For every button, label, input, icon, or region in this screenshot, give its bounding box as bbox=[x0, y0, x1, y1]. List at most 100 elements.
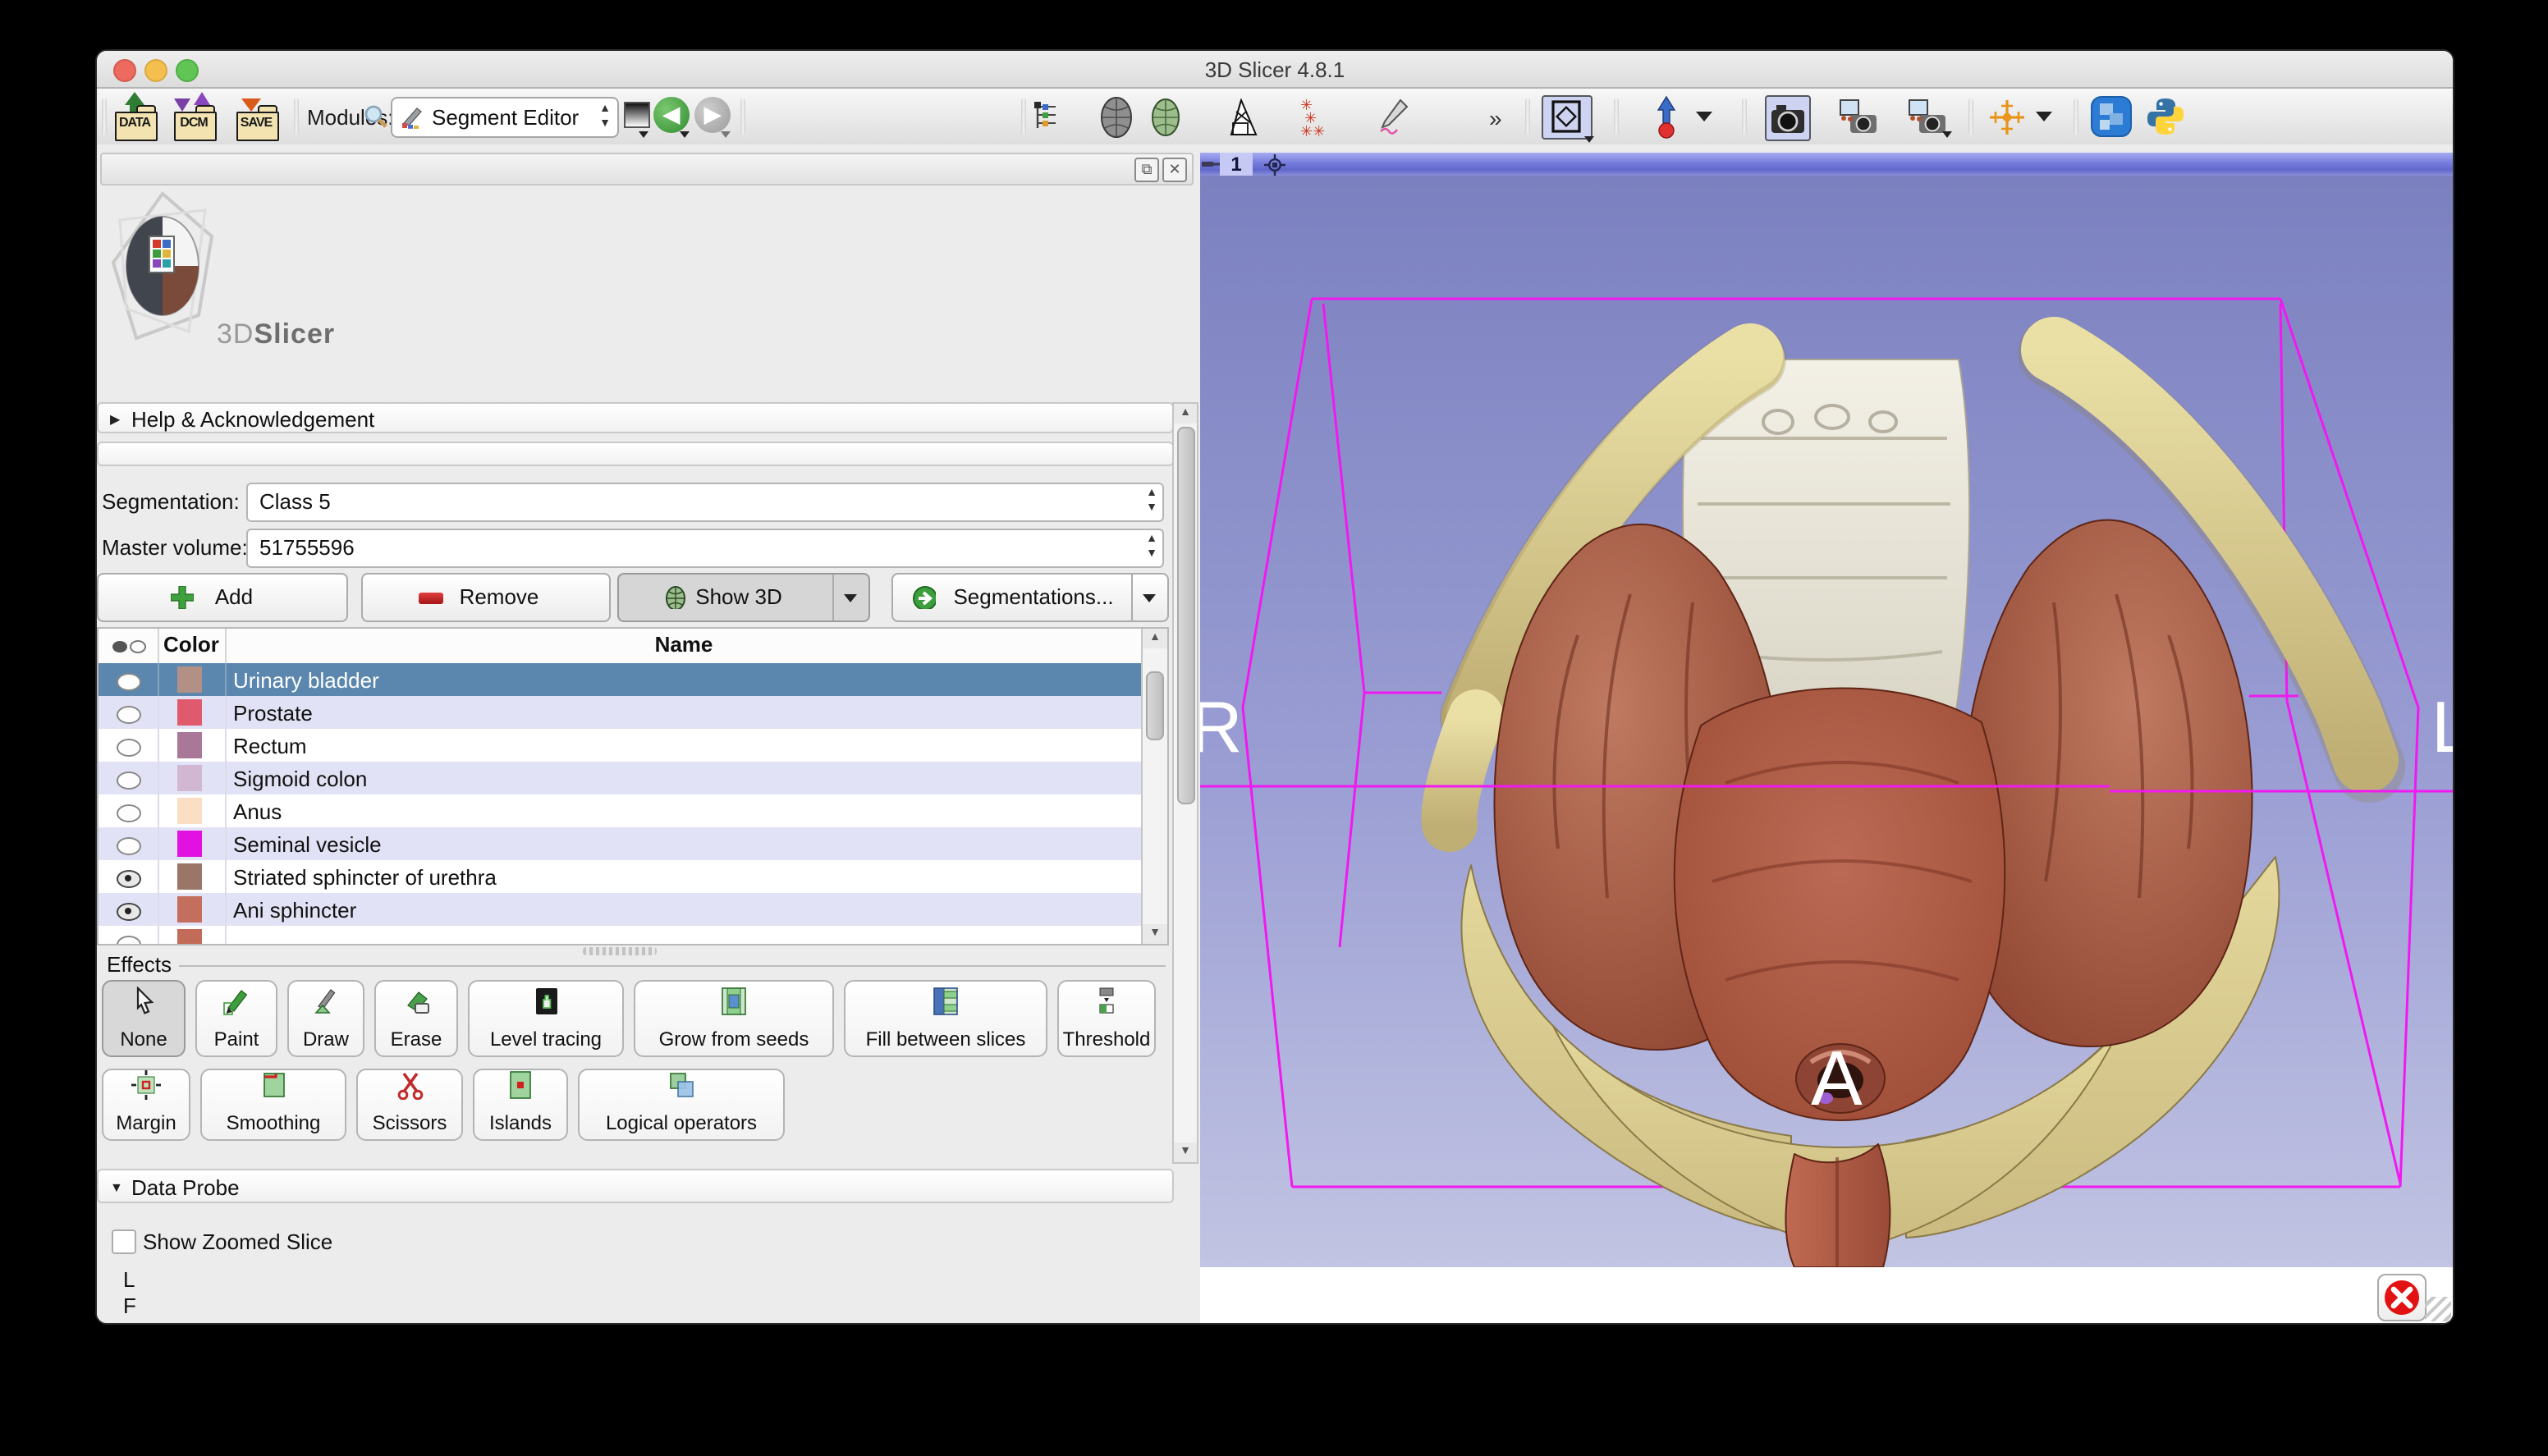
effect-button-paint[interactable]: Paint bbox=[195, 980, 277, 1057]
segment-color-swatch[interactable] bbox=[177, 765, 202, 791]
help-acknowledgement-section[interactable]: ▶ Help & Acknowledgement bbox=[97, 402, 1174, 433]
effect-button-threshold[interactable]: Threshold bbox=[1057, 980, 1156, 1057]
effect-button-fill[interactable]: Fill between slices bbox=[844, 980, 1047, 1057]
segment-color-swatch[interactable] bbox=[177, 896, 202, 923]
name-column-header[interactable]: Name bbox=[225, 632, 1143, 657]
table-row[interactable]: Sigmoid colon bbox=[99, 762, 1143, 794]
eye-closed-icon[interactable] bbox=[117, 936, 141, 945]
segmentations-dropdown[interactable] bbox=[1131, 575, 1167, 620]
table-row[interactable]: Striated sphincter of urethra bbox=[99, 860, 1143, 893]
module-history-button[interactable] bbox=[624, 102, 650, 128]
table-row[interactable]: Prostate bbox=[99, 696, 1143, 729]
effect-button-cursor[interactable]: None bbox=[102, 980, 186, 1057]
gray-model-icon[interactable] bbox=[1098, 97, 1134, 138]
collapsed-section-bar[interactable] bbox=[97, 442, 1174, 466]
resize-grip[interactable] bbox=[2425, 1297, 2451, 1321]
effect-button-smoothing[interactable]: Smoothing bbox=[200, 1069, 346, 1141]
segmentations-button[interactable]: Segmentations... bbox=[891, 573, 1169, 622]
combo-spinner[interactable]: ▲▼ bbox=[599, 102, 611, 131]
history-dropdown-arrow[interactable] bbox=[639, 131, 648, 138]
segment-color-swatch[interactable] bbox=[177, 699, 202, 726]
table-row[interactable]: Ani sphincter bbox=[99, 893, 1143, 926]
eye-closed-icon[interactable] bbox=[117, 771, 141, 790]
effect-button-islands[interactable]: Islands bbox=[473, 1069, 568, 1141]
fiducial-points-icon[interactable]: ✳ ✳✳✳ bbox=[1300, 98, 1336, 135]
extensions-manager-icon[interactable] bbox=[2090, 95, 2133, 138]
module-selector[interactable]: Segment Editor ▲▼ bbox=[391, 97, 619, 138]
table-row[interactable]: Urinary bladder bbox=[99, 663, 1143, 696]
data-probe-section[interactable]: ▼ Data Probe bbox=[97, 1169, 1174, 1203]
panel-scrollbar[interactable]: ▲ ▼ bbox=[1172, 402, 1198, 1164]
segment-color-swatch[interactable] bbox=[177, 666, 202, 693]
visibility-column-icon[interactable] bbox=[112, 639, 148, 655]
view-label[interactable]: 1 bbox=[1220, 153, 1253, 176]
effect-button-draw[interactable]: Draw bbox=[287, 980, 364, 1057]
combo-spinner[interactable]: ▲▼ bbox=[1146, 532, 1157, 561]
effect-button-grow[interactable]: Grow from seeds bbox=[634, 980, 834, 1057]
segment-color-swatch[interactable] bbox=[177, 732, 202, 758]
effect-button-erase[interactable]: Erase bbox=[374, 980, 458, 1057]
effect-button-level[interactable]: Level tracing bbox=[468, 980, 624, 1057]
undock-panel-icon[interactable]: ⧉ bbox=[1134, 158, 1159, 182]
panel-splitter-handle[interactable] bbox=[583, 947, 657, 955]
table-row[interactable]: Rectum bbox=[99, 729, 1143, 762]
effect-button-logical[interactable]: Logical operators bbox=[578, 1069, 785, 1141]
segment-color-swatch[interactable] bbox=[177, 831, 202, 857]
subject-hierarchy-icon[interactable] bbox=[1033, 100, 1061, 131]
table-row[interactable]: Anus bbox=[99, 794, 1143, 827]
module-search-icon[interactable] bbox=[363, 103, 389, 130]
color-column-header[interactable]: Color bbox=[158, 632, 225, 657]
layout-selector-button[interactable] bbox=[1542, 95, 1592, 140]
crosshair-icon[interactable] bbox=[1988, 98, 2026, 136]
table-row[interactable] bbox=[99, 926, 1143, 945]
markups-mouse-mode-icon[interactable] bbox=[1653, 95, 1680, 140]
load-data-button[interactable]: DATA bbox=[113, 95, 159, 140]
eye-closed-icon[interactable] bbox=[117, 706, 141, 724]
scroll-up-arrow[interactable]: ▲ bbox=[1174, 404, 1197, 424]
segment-table-scrollbar[interactable]: ▲ ▼ bbox=[1141, 629, 1167, 944]
annotation-pen-icon[interactable] bbox=[1376, 98, 1410, 136]
panel-dock-titlebar[interactable]: ⧉ ✕ bbox=[100, 153, 1194, 185]
back-dropdown-arrow[interactable] bbox=[680, 131, 690, 138]
view-crosshair-icon[interactable] bbox=[1264, 154, 1285, 176]
segment-color-swatch[interactable] bbox=[177, 798, 202, 824]
toolbar-overflow-chevron[interactable]: » bbox=[1489, 105, 1502, 131]
eye-open-icon[interactable] bbox=[117, 903, 141, 921]
scene-view-dropdown-arrow[interactable] bbox=[1942, 131, 1952, 138]
effect-button-margin[interactable]: Margin bbox=[102, 1069, 190, 1141]
show-zoomed-slice-checkbox[interactable] bbox=[112, 1229, 136, 1254]
scroll-thumb[interactable] bbox=[1176, 427, 1194, 804]
segment-color-swatch[interactable] bbox=[177, 929, 202, 945]
scroll-down-arrow[interactable]: ▼ bbox=[1143, 924, 1167, 944]
scene-view-restore-icon[interactable] bbox=[1906, 97, 1947, 140]
eye-closed-icon[interactable] bbox=[117, 673, 141, 691]
green-model-icon[interactable] bbox=[1149, 98, 1182, 136]
eye-closed-icon[interactable] bbox=[117, 837, 141, 855]
show-3d-dropdown[interactable] bbox=[832, 575, 868, 620]
threed-canvas[interactable]: R A L bbox=[1200, 176, 2453, 1267]
load-dicom-button[interactable]: DCM bbox=[172, 95, 218, 140]
crosshair-dropdown-arrow[interactable] bbox=[2036, 112, 2052, 121]
close-panel-icon[interactable]: ✕ bbox=[1162, 158, 1187, 182]
forward-dropdown-arrow[interactable] bbox=[721, 131, 731, 138]
segment-color-swatch[interactable] bbox=[177, 863, 202, 890]
master-volume-selector[interactable]: 51755596 ▲▼ bbox=[246, 529, 1164, 568]
scene-view-capture-icon[interactable] bbox=[1837, 97, 1878, 140]
show-3d-button[interactable]: Show 3D bbox=[617, 573, 870, 622]
module-back-button[interactable]: ◀ bbox=[653, 97, 690, 133]
combo-spinner[interactable]: ▲▼ bbox=[1146, 486, 1157, 515]
pin-icon[interactable] bbox=[1202, 158, 1220, 171]
screenshot-button[interactable] bbox=[1765, 95, 1811, 141]
threed-view-titlebar[interactable]: 1 bbox=[1200, 153, 2453, 176]
eye-closed-icon[interactable] bbox=[117, 739, 141, 757]
mouse-mode-dropdown-arrow[interactable] bbox=[1696, 112, 1712, 121]
scroll-down-arrow[interactable]: ▼ bbox=[1174, 1142, 1197, 1162]
scroll-up-arrow[interactable]: ▲ bbox=[1143, 629, 1167, 648]
add-segment-button[interactable]: Add bbox=[97, 573, 348, 622]
mesh-pyramid-icon[interactable] bbox=[1225, 98, 1258, 136]
module-forward-button[interactable]: ▶ bbox=[694, 97, 731, 133]
table-row[interactable]: Seminal vesicle bbox=[99, 827, 1143, 860]
close-view-button[interactable] bbox=[2377, 1274, 2427, 1321]
save-button[interactable]: SAVE bbox=[235, 95, 281, 140]
scroll-thumb[interactable] bbox=[1145, 671, 1163, 740]
